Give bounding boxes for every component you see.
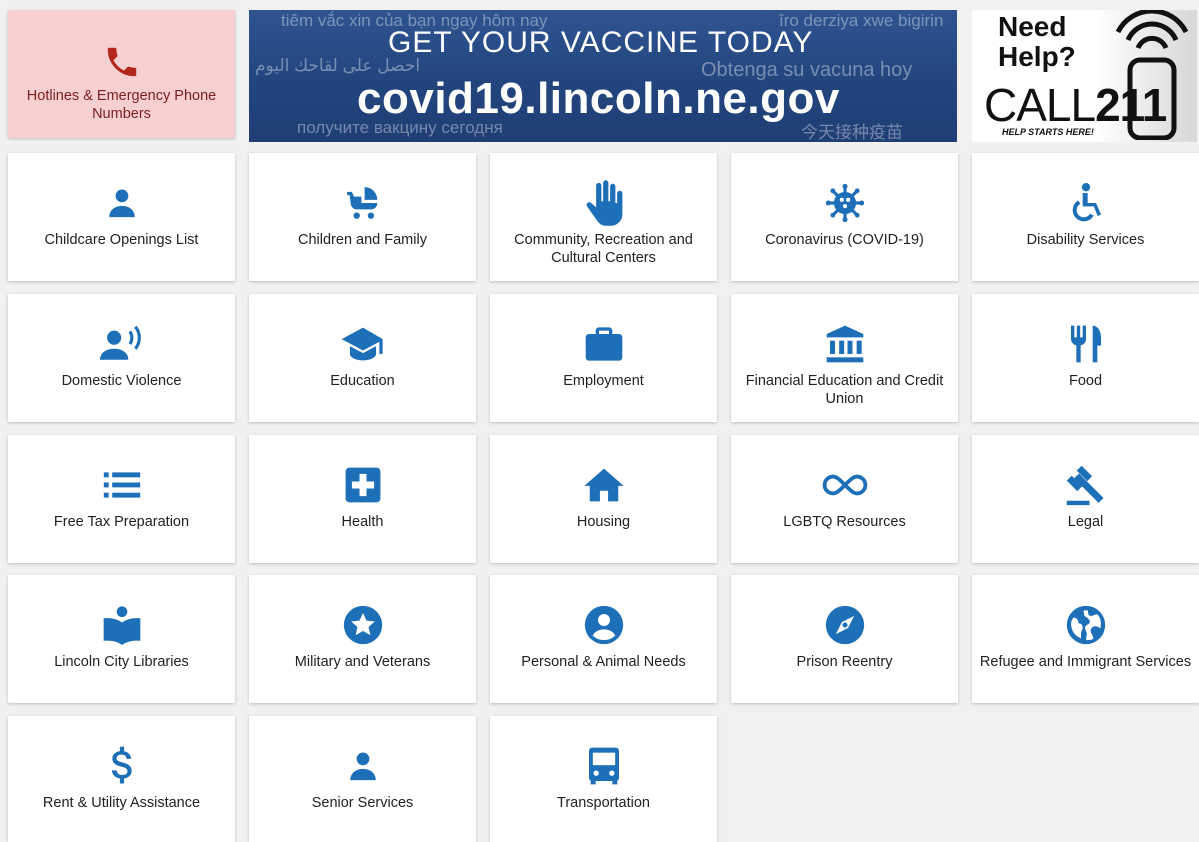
service-tile-education[interactable]: Education	[249, 294, 476, 422]
infinity-icon	[731, 465, 958, 505]
person-icon	[8, 183, 235, 223]
service-tile-label: Coronavirus (COVID-19)	[765, 232, 924, 248]
stroller-icon	[249, 183, 476, 223]
service-tile-label: Food	[1068, 373, 1103, 389]
voice-icon	[8, 324, 235, 364]
home-icon	[490, 465, 717, 505]
call-211-text: CALL211	[984, 78, 1167, 132]
service-tile-housing[interactable]: Housing	[490, 435, 717, 563]
service-tile-coronavirus-covid-19[interactable]: Coronavirus (COVID-19)	[731, 153, 958, 281]
banner-headline: GET YOUR VACCINE TODAY	[388, 26, 814, 59]
service-tile-rent-utility-assistance[interactable]: Rent & Utility Assistance	[8, 716, 235, 842]
service-tile-label: Legal	[1067, 514, 1104, 530]
banner-text-arabic: احصل على لقاحك اليوم	[255, 56, 421, 75]
service-tile-financial-education-and-credit-union[interactable]: Financial Education and Credit Union	[731, 294, 958, 422]
service-tile-disability-services[interactable]: Disability Services	[972, 153, 1199, 281]
need-text: Need	[998, 11, 1067, 42]
service-tile-label: Financial Education and Credit Union	[745, 373, 944, 407]
hotlines-tile[interactable]: Hotlines & Emergency Phone Numbers	[8, 10, 235, 138]
globe-icon	[972, 605, 1199, 645]
phone-icon	[8, 42, 235, 82]
service-tile-label: Refugee and Immigrant Services	[979, 654, 1192, 670]
number-211-text: 211	[1095, 79, 1167, 131]
service-tile-label: Lincoln City Libraries	[54, 654, 189, 670]
service-tile-label: Employment	[563, 373, 644, 389]
service-tile-employment[interactable]: Employment	[490, 294, 717, 422]
star-circle-icon	[249, 605, 476, 645]
service-tile-label: Personal & Animal Needs	[521, 654, 686, 670]
service-tile-label: Domestic Violence	[61, 373, 182, 389]
service-tile-refugee-and-immigrant-services[interactable]: Refugee and Immigrant Services	[972, 575, 1199, 703]
service-tile-label: Military and Veterans	[294, 654, 431, 670]
utensils-icon	[972, 324, 1199, 364]
service-tile-label: Childcare Openings List	[44, 232, 199, 248]
service-tile-childcare-openings-list[interactable]: Childcare Openings List	[8, 153, 235, 281]
service-tile-prison-reentry[interactable]: Prison Reentry	[731, 575, 958, 703]
need-help-text: Need Help?	[998, 12, 1076, 72]
service-tile-label: Housing	[576, 514, 631, 530]
briefcase-icon	[490, 324, 717, 364]
service-tile-legal[interactable]: Legal	[972, 435, 1199, 563]
bank-icon	[731, 324, 958, 364]
call-211-banner[interactable]: Need Help? CALL211 HELP STARTS HERE!	[972, 10, 1197, 142]
service-tile-lgbtq-resources[interactable]: LGBTQ Resources	[731, 435, 958, 563]
service-tile-food[interactable]: Food	[972, 294, 1199, 422]
list-icon	[8, 465, 235, 505]
tagline: HELP STARTS HERE!	[1002, 127, 1094, 137]
service-tile-label: Free Tax Preparation	[53, 514, 190, 530]
service-tile-domestic-violence[interactable]: Domestic Violence	[8, 294, 235, 422]
banner-url[interactable]: covid19.lincoln.ne.gov	[357, 74, 840, 124]
service-tile-military-and-veterans[interactable]: Military and Veterans	[249, 575, 476, 703]
service-tile-label: LGBTQ Resources	[783, 514, 906, 530]
medical-cross-icon	[249, 465, 476, 505]
call-text: CALL	[984, 79, 1096, 131]
gavel-icon	[972, 465, 1199, 506]
service-tile-label: Community, Recreation and Cultural Cente…	[514, 232, 693, 266]
hand-icon	[490, 180, 717, 226]
service-tile-health[interactable]: Health	[249, 435, 476, 563]
vaccine-banner[interactable]: tiêm vắc xin của bạn ngay hôm nay îro de…	[249, 10, 957, 142]
graduation-cap-icon	[249, 324, 476, 364]
hotlines-label: Hotlines & Emergency Phone Numbers	[26, 88, 217, 122]
bus-icon	[490, 746, 717, 786]
banner-text-russian: получите вакцину сегодня	[297, 118, 503, 137]
service-tile-personal-animal-needs[interactable]: Personal & Animal Needs	[490, 575, 717, 703]
dollar-icon	[8, 746, 235, 786]
service-tile-label: Transportation	[557, 795, 650, 811]
reader-icon	[8, 605, 235, 645]
service-tile-senior-services[interactable]: Senior Services	[249, 716, 476, 842]
wheelchair-icon	[972, 183, 1199, 223]
service-tile-label: Prison Reentry	[796, 654, 893, 670]
service-tile-label: Education	[330, 373, 395, 389]
service-tile-label: Health	[341, 514, 384, 530]
service-tile-lincoln-city-libraries[interactable]: Lincoln City Libraries	[8, 575, 235, 703]
account-circle-icon	[490, 605, 717, 645]
virus-icon	[731, 183, 958, 223]
service-tile-label: Senior Services	[311, 795, 414, 811]
service-tile-label: Disability Services	[1026, 232, 1145, 248]
compass-icon	[731, 605, 958, 645]
service-tile-community-recreation-and-cultural-centers[interactable]: Community, Recreation and Cultural Cente…	[490, 153, 717, 281]
banner-text-chinese: 今天接种疫苗	[801, 123, 903, 142]
service-tile-transportation[interactable]: Transportation	[490, 716, 717, 842]
service-tile-label: Rent & Utility Assistance	[42, 795, 201, 811]
service-tile-children-and-family[interactable]: Children and Family	[249, 153, 476, 281]
service-tile-free-tax-preparation[interactable]: Free Tax Preparation	[8, 435, 235, 563]
person-icon	[249, 746, 476, 786]
help-text: Help?	[998, 41, 1076, 72]
service-tile-label: Children and Family	[298, 232, 427, 248]
